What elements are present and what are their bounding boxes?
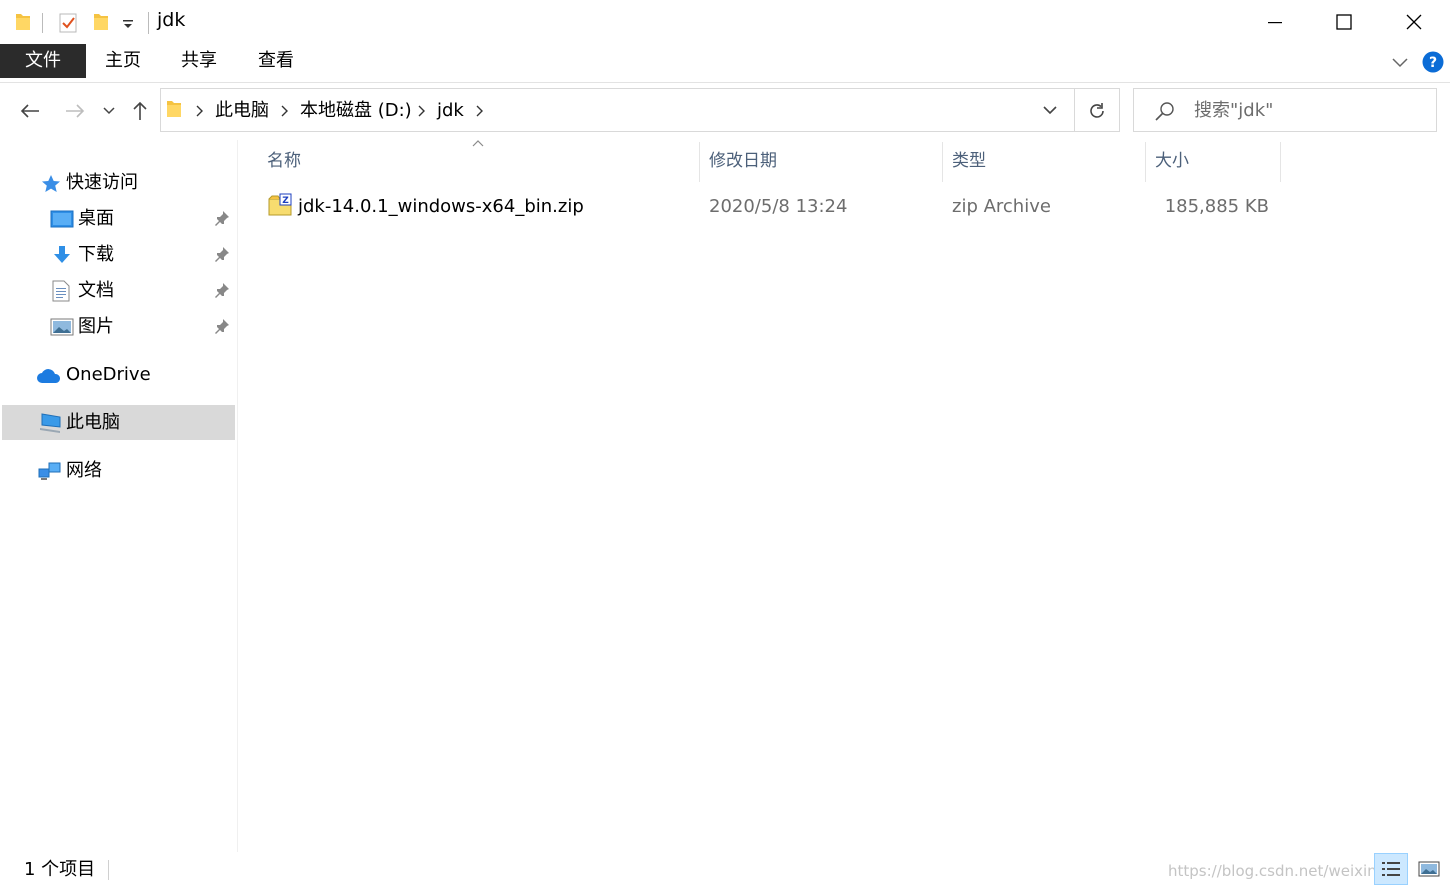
file-type: zip Archive	[952, 196, 1051, 217]
breadcrumb-separator-icon[interactable]	[279, 99, 291, 123]
column-header-type[interactable]: 类型	[952, 148, 986, 178]
nav-quick-access[interactable]: 快速访问	[66, 166, 138, 200]
window-title: jdk	[157, 9, 186, 31]
new-folder-icon[interactable]	[92, 12, 110, 32]
svg-text:Z: Z	[282, 196, 289, 206]
nav-item-documents[interactable]: 文档	[78, 274, 114, 308]
zip-archive-icon: Z	[268, 193, 292, 217]
recent-locations-button[interactable]	[92, 92, 126, 130]
desktop-icon	[50, 210, 74, 230]
large-icons-view-button[interactable]	[1412, 853, 1446, 885]
item-count: 1 个项目	[24, 859, 96, 880]
pin-icon[interactable]	[214, 282, 230, 298]
pin-icon[interactable]	[214, 210, 230, 226]
close-button[interactable]	[1379, 0, 1449, 44]
minimize-button[interactable]	[1240, 0, 1310, 44]
close-icon	[1406, 14, 1422, 30]
breadcrumb-separator-icon[interactable]	[474, 99, 486, 123]
onedrive-cloud-icon	[36, 367, 62, 385]
divider	[1074, 89, 1075, 131]
maximize-button[interactable]	[1309, 0, 1379, 44]
expand-ribbon-icon[interactable]	[1390, 54, 1410, 70]
this-pc-icon	[38, 412, 64, 434]
divider	[108, 860, 109, 880]
pin-icon[interactable]	[214, 318, 230, 334]
nav-item-desktop[interactable]: 桌面	[78, 202, 114, 236]
breadcrumb-jdk[interactable]: jdk	[437, 98, 464, 124]
column-header-name[interactable]: 名称	[267, 148, 301, 178]
arrow-left-icon	[20, 104, 39, 118]
chevron-down-icon	[103, 107, 115, 115]
search-icon	[1154, 101, 1176, 123]
divider	[148, 12, 149, 34]
column-header-size[interactable]: 大小	[1155, 148, 1189, 178]
address-history-icon[interactable]	[1040, 104, 1060, 118]
pin-icon[interactable]	[214, 246, 230, 262]
file-modified: 2020/5/8 13:24	[709, 196, 848, 217]
file-size: 185,885 KB	[1164, 196, 1269, 217]
file-name[interactable]: jdk-14.0.1_windows-x64_bin.zip	[298, 194, 584, 220]
help-icon[interactable]: ?	[1422, 51, 1444, 73]
nav-this-pc[interactable]: 此电脑	[66, 406, 120, 440]
breadcrumb-this-pc[interactable]: 此电脑	[215, 98, 269, 124]
folder-icon	[14, 12, 32, 32]
large-icons-view-icon	[1418, 861, 1440, 877]
breadcrumb-separator-icon[interactable]	[416, 99, 428, 123]
arrow-up-icon	[133, 101, 147, 120]
search-box[interactable]	[1133, 88, 1437, 132]
watermark-text: https://blog.csdn.net/weixin_4	[1168, 862, 1394, 880]
column-divider[interactable]	[942, 142, 943, 182]
customize-quick-access-icon[interactable]	[121, 15, 135, 31]
nav-pane-divider	[237, 140, 238, 852]
sort-ascending-icon	[471, 138, 485, 148]
title-bar	[0, 0, 1450, 44]
refresh-icon[interactable]	[1086, 100, 1108, 122]
properties-icon[interactable]	[58, 12, 78, 34]
document-icon	[51, 280, 71, 302]
svg-text:?: ?	[1429, 55, 1437, 71]
arrow-right-icon	[66, 104, 85, 118]
details-view-icon	[1382, 862, 1400, 876]
network-icon	[37, 460, 63, 482]
column-divider[interactable]	[1145, 142, 1146, 182]
download-icon	[52, 245, 72, 265]
column-divider[interactable]	[699, 142, 700, 182]
forward-button[interactable]	[57, 92, 93, 130]
nav-item-downloads[interactable]: 下载	[78, 238, 114, 272]
up-button[interactable]	[122, 92, 158, 130]
breadcrumb-separator-icon[interactable]	[194, 99, 206, 123]
details-view-button[interactable]	[1374, 853, 1408, 885]
tab-home[interactable]: 主页	[92, 44, 154, 78]
search-input[interactable]: 搜索"jdk"	[1194, 98, 1273, 124]
quick-access-star-icon	[40, 173, 62, 195]
nav-onedrive[interactable]: OneDrive	[66, 358, 151, 392]
divider	[42, 13, 43, 33]
column-header-modified[interactable]: 修改日期	[709, 148, 777, 178]
maximize-icon	[1336, 14, 1352, 30]
tab-view[interactable]: 查看	[245, 44, 307, 78]
breadcrumb-drive-d[interactable]: 本地磁盘 (D:)	[300, 98, 412, 124]
tab-file[interactable]: 文件	[0, 44, 86, 78]
folder-icon	[166, 99, 182, 119]
back-button[interactable]	[12, 92, 48, 130]
pictures-icon	[50, 318, 74, 336]
minimize-icon	[1268, 22, 1282, 24]
tab-share[interactable]: 共享	[168, 44, 230, 78]
nav-item-pictures[interactable]: 图片	[78, 310, 114, 344]
column-divider[interactable]	[1280, 142, 1281, 182]
nav-network[interactable]: 网络	[66, 454, 102, 488]
